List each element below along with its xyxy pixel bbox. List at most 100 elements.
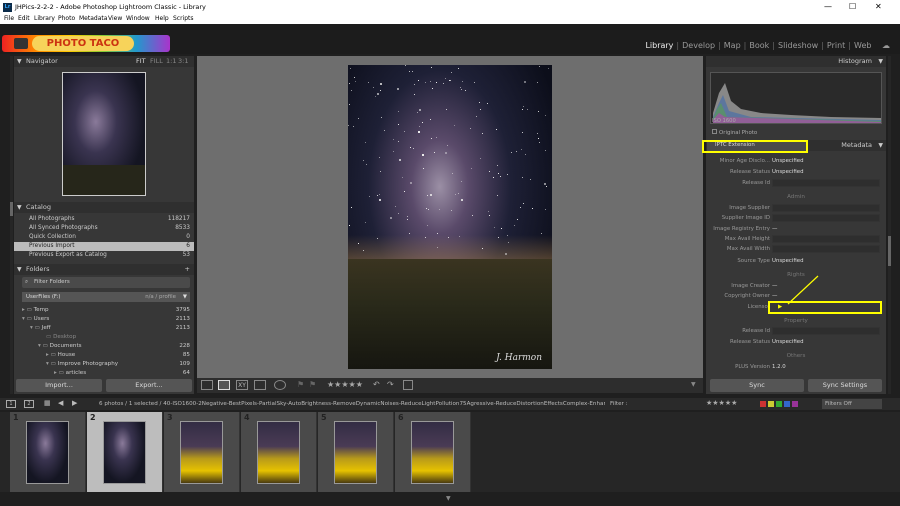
reject-flag-icon[interactable]: ⚑ <box>309 380 316 389</box>
secondary-window-1[interactable]: 1 <box>6 400 16 408</box>
module-slideshow[interactable]: Slideshow <box>778 41 818 50</box>
left-panel-edge[interactable] <box>10 56 13 394</box>
main-photo[interactable]: J. Harmon <box>348 65 552 369</box>
filter-folders-input[interactable]: ⌕ Filter Folders <box>22 277 190 288</box>
filmstrip-thumb[interactable]: 3 <box>164 412 240 492</box>
menu-help[interactable]: Help <box>155 15 169 22</box>
back-arrow-icon[interactable]: ◀ <box>58 399 63 407</box>
menu-edit[interactable]: Edit <box>18 15 30 22</box>
grid-view-icon[interactable] <box>201 380 213 390</box>
folder-item[interactable]: ▾ ▭ Users 2113 <box>14 315 194 324</box>
metadata-row[interactable]: Source Type Unspecified <box>706 256 886 266</box>
metadata-row[interactable]: Release Id <box>706 178 886 188</box>
star-rating-icon[interactable]: ★★★★★ <box>327 380 363 389</box>
menu-window[interactable]: Window <box>126 15 150 22</box>
catalog-item[interactable]: Previous Export as Catalog 53 <box>14 251 194 260</box>
metadata-row[interactable]: Minor Age Disclo... Unspecified <box>706 156 886 166</box>
compare-view-icon[interactable]: XY <box>236 380 248 390</box>
menu-photo[interactable]: Photo <box>58 15 75 22</box>
module-print[interactable]: Print <box>827 41 845 50</box>
survey-view-icon[interactable] <box>254 380 266 390</box>
filmstrip-thumb[interactable]: 1 <box>10 412 86 492</box>
yellow-label-icon[interactable] <box>768 401 774 407</box>
metadata-row[interactable]: Supplier Image ID <box>706 213 886 223</box>
metadata-row[interactable]: Max Avail Height <box>706 234 886 244</box>
catalog-item-selected[interactable]: Previous Import 6 <box>14 242 194 251</box>
filmstrip-thumb-selected[interactable]: 2 <box>87 412 163 492</box>
filmstrip-thumb[interactable]: 4 <box>241 412 317 492</box>
histogram-header[interactable]: Histogram ▼ <box>706 56 886 67</box>
module-map[interactable]: Map <box>724 41 741 50</box>
add-folder-icon[interactable]: + <box>185 264 190 275</box>
grid-icon[interactable]: ▦ <box>44 399 51 407</box>
histogram-graph[interactable] <box>710 72 882 124</box>
folder-item[interactable]: ▾ ▭ Improve Photography 109 <box>14 360 194 369</box>
folder-item[interactable]: ▾ ▭ Documents 228 <box>14 342 194 351</box>
module-web[interactable]: Web <box>854 41 871 50</box>
metadata-row[interactable]: Image Registry Entry — <box>706 224 886 234</box>
zoom-1-1[interactable]: 1:1 <box>166 56 176 67</box>
toolbar-menu-icon[interactable]: ▼ <box>691 381 696 388</box>
menu-library[interactable]: Library <box>34 15 55 22</box>
zoom-fit[interactable]: FIT <box>136 56 146 67</box>
metadata-row[interactable]: Release Id <box>706 326 886 336</box>
green-label-icon[interactable] <box>776 401 782 407</box>
right-scrollbar-thumb[interactable] <box>888 236 891 266</box>
menu-file[interactable]: File <box>4 15 14 22</box>
zoom-3-1[interactable]: 3:1 <box>178 56 188 67</box>
rotate-right-icon[interactable]: ↷ <box>387 380 394 389</box>
catalog-item[interactable]: All Synced Photographs 8533 <box>14 224 194 233</box>
purple-label-icon[interactable] <box>792 401 798 407</box>
metadata-row[interactable]: Max Avail Width <box>706 244 886 254</box>
sync-settings-button[interactable]: Sync Settings <box>808 379 882 392</box>
minimize-icon[interactable]: — <box>824 2 832 11</box>
rating-filter-icon[interactable]: ★★★★★ <box>706 399 737 407</box>
crop-icon[interactable] <box>403 380 413 390</box>
filmstrip-thumb[interactable]: 5 <box>318 412 394 492</box>
metadata-row[interactable]: Release Status Unspecified <box>706 337 886 347</box>
people-view-icon[interactable] <box>274 380 286 390</box>
catalog-item[interactable]: Quick Collection 0 <box>14 233 194 242</box>
metadata-row[interactable]: Image Supplier <box>706 203 886 213</box>
catalog-header[interactable]: ▼ Catalog <box>14 202 194 213</box>
maximize-icon[interactable]: ☐ <box>849 2 856 11</box>
rotate-left-icon[interactable]: ↶ <box>373 380 380 389</box>
zoom-fill[interactable]: FILL <box>150 56 163 67</box>
sync-button[interactable]: Sync <box>710 379 804 392</box>
folder-item[interactable]: ▭ Desktop <box>14 333 194 342</box>
catalog-item[interactable]: All Photographs 118217 <box>14 215 194 224</box>
original-photo-toggle[interactable]: Original Photo <box>712 129 757 136</box>
menu-view[interactable]: View <box>108 15 122 22</box>
module-library[interactable]: Library <box>645 41 673 50</box>
navigator-preview[interactable] <box>62 72 146 196</box>
filmstrip-source-info[interactable]: 6 photos / 1 selected / 40-ISO1600-2Nega… <box>99 401 605 407</box>
menu-metadata[interactable]: Metadata <box>79 15 107 22</box>
metadata-row[interactable]: PLUS Version 1.2.0 <box>706 362 886 372</box>
export-button[interactable]: Export... <box>106 379 192 392</box>
metadata-row[interactable]: Release Status Unspecified <box>706 167 886 177</box>
red-label-icon[interactable] <box>760 401 766 407</box>
filmstrip-thumb[interactable]: 6 <box>395 412 471 492</box>
left-scrollbar-thumb[interactable] <box>10 202 13 216</box>
cloud-icon[interactable]: ☁ <box>882 41 890 50</box>
module-develop[interactable]: Develop <box>682 41 715 50</box>
folders-header[interactable]: ▼ Folders + <box>14 264 194 275</box>
folder-item[interactable]: ▸ ▭ House 85 <box>14 351 194 360</box>
navigator-header[interactable]: ▼ Navigator FIT FILL 1:1 3:1 <box>14 56 194 67</box>
volume-bar[interactable]: UserFiles (F:) n/a / profile ▼ <box>22 292 190 302</box>
filmstrip-collapse-icon[interactable]: ▼ <box>446 495 451 502</box>
loupe-view-icon[interactable] <box>218 380 230 390</box>
secondary-window-2[interactable]: 2 <box>24 400 34 408</box>
blue-label-icon[interactable] <box>784 401 790 407</box>
menu-scripts[interactable]: Scripts <box>173 15 194 22</box>
module-book[interactable]: Book <box>749 41 769 50</box>
right-scrollbar-track[interactable] <box>888 56 891 394</box>
forward-arrow-icon[interactable]: ▶ <box>72 399 77 407</box>
folder-item[interactable]: ▸ ▭ Temp 3795 <box>14 306 194 315</box>
filters-off-dropdown[interactable]: Filters Off <box>822 399 882 409</box>
folder-item[interactable]: ▾ ▭ Jeff 2113 <box>14 324 194 333</box>
import-button[interactable]: Import... <box>16 379 102 392</box>
flag-icon[interactable]: ⚑ <box>297 380 304 389</box>
close-icon[interactable]: ✕ <box>875 2 882 11</box>
folder-item[interactable]: ▸ ▭ articles 64 <box>14 369 194 374</box>
